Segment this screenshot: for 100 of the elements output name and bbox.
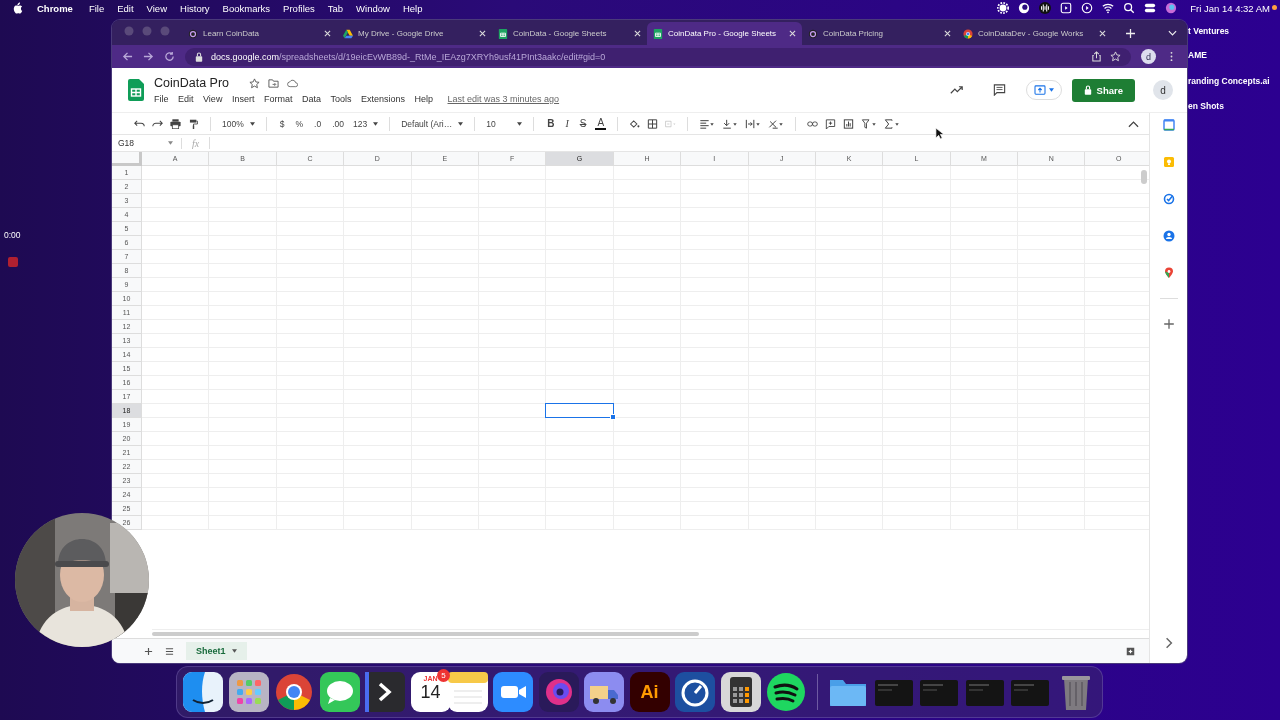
italic-button[interactable]: I bbox=[563, 118, 571, 129]
desktop-label[interactable]: AME bbox=[1188, 50, 1207, 60]
name-box[interactable]: G18 bbox=[112, 138, 168, 148]
file-manager-icon[interactable] bbox=[183, 672, 223, 712]
address-bar[interactable]: docs.google.com/spreadsheets/d/19eicEvWB89d-_RtMe_IEAzg7XRYh9usf41PInt3aakc/edit#gid=0 bbox=[185, 47, 1131, 66]
grid-cell[interactable] bbox=[1018, 166, 1086, 180]
sum-icon[interactable] bbox=[884, 118, 901, 129]
grid-cell[interactable] bbox=[142, 460, 210, 474]
menu-item[interactable]: Tools bbox=[330, 94, 352, 104]
grid-cell[interactable] bbox=[478, 418, 547, 432]
align-icon[interactable] bbox=[699, 118, 716, 129]
grid-cell[interactable] bbox=[478, 166, 547, 180]
close-icon[interactable] bbox=[634, 30, 641, 37]
menu-item[interactable]: Profiles bbox=[283, 2, 315, 14]
apple-icon[interactable] bbox=[12, 2, 23, 14]
merge-cells-icon[interactable] bbox=[665, 118, 677, 129]
grid-cell[interactable] bbox=[209, 166, 277, 180]
grid-cell[interactable] bbox=[142, 306, 210, 320]
print-icon[interactable] bbox=[170, 118, 181, 129]
grid-cell[interactable] bbox=[142, 502, 210, 516]
menu-item[interactable]: File bbox=[88, 2, 105, 14]
comment-icon[interactable] bbox=[992, 84, 1006, 96]
moon-icon[interactable] bbox=[1018, 2, 1031, 14]
grid-cell[interactable] bbox=[142, 474, 210, 488]
grid-cell[interactable] bbox=[411, 166, 479, 180]
grid-cell[interactable] bbox=[142, 180, 210, 194]
app-grid-icon[interactable] bbox=[228, 672, 269, 712]
close-icon[interactable] bbox=[1099, 30, 1106, 37]
grid-cell[interactable] bbox=[613, 390, 682, 404]
sound-waves-icon[interactable] bbox=[766, 672, 806, 712]
trend-icon[interactable] bbox=[949, 84, 963, 96]
grid-cell[interactable] bbox=[748, 166, 816, 180]
browser-tab[interactable]: CoinDataDev - Google Works bbox=[957, 22, 1112, 45]
grid-cell[interactable] bbox=[142, 320, 210, 334]
gear-icon[interactable] bbox=[997, 2, 1010, 14]
swirl-icon[interactable] bbox=[538, 672, 579, 712]
grid-cell[interactable] bbox=[681, 166, 749, 180]
map-pin-icon[interactable] bbox=[1162, 267, 1175, 279]
grid-cell[interactable] bbox=[142, 194, 210, 208]
grid-cell[interactable] bbox=[142, 488, 210, 502]
browser-tab[interactable]: Learn CoinData bbox=[182, 22, 337, 45]
grid-cell[interactable] bbox=[142, 516, 210, 530]
chart-icon[interactable] bbox=[843, 118, 855, 129]
gauge-icon[interactable] bbox=[675, 672, 715, 712]
menu-item[interactable]: View bbox=[146, 2, 167, 14]
grid-cell[interactable] bbox=[142, 278, 210, 292]
decrease-decimals-button[interactable]: .0 bbox=[312, 118, 324, 129]
close-icon[interactable] bbox=[944, 30, 951, 37]
folder-icon[interactable] bbox=[268, 77, 280, 89]
waveform-icon[interactable] bbox=[1039, 2, 1052, 14]
chat-bubble-icon[interactable] bbox=[319, 672, 360, 712]
design-app-icon[interactable]: Ai bbox=[629, 672, 670, 712]
add-icon[interactable] bbox=[1162, 318, 1175, 330]
chevron-icon[interactable] bbox=[365, 672, 405, 712]
font-dropdown[interactable]: Default (Ari… bbox=[401, 118, 464, 129]
explore-icon[interactable] bbox=[1126, 646, 1135, 656]
menu-item[interactable]: Extensions bbox=[360, 94, 405, 104]
browser-tab[interactable]: CoinData Pricing bbox=[802, 22, 957, 45]
caret-icon[interactable] bbox=[168, 141, 173, 145]
grid-cell[interactable] bbox=[276, 166, 345, 180]
menu-item[interactable]: Edit bbox=[178, 94, 194, 104]
menu-item[interactable]: Format bbox=[263, 94, 293, 104]
truck-icon[interactable] bbox=[584, 672, 624, 712]
calculator-icon[interactable] bbox=[720, 672, 761, 712]
increase-decimals-button[interactable]: .00 bbox=[330, 118, 346, 129]
last-edit-link[interactable]: Last edit was 3 minutes ago bbox=[447, 94, 560, 104]
grid-cell[interactable] bbox=[142, 432, 210, 446]
grid-cell[interactable] bbox=[142, 222, 210, 236]
grid-cell[interactable] bbox=[142, 236, 210, 250]
add-comment-icon[interactable] bbox=[825, 118, 837, 129]
add-sheet-icon[interactable] bbox=[144, 646, 153, 656]
grid-cell[interactable] bbox=[142, 334, 210, 348]
filter-icon[interactable] bbox=[861, 118, 878, 129]
menu-item[interactable]: Data bbox=[301, 94, 321, 104]
spreadsheet-logo[interactable] bbox=[128, 79, 144, 101]
browser-tab[interactable]: CoinData Pro - Google Sheets bbox=[647, 22, 802, 45]
menu-item[interactable]: Tab bbox=[327, 2, 344, 14]
grid-cell[interactable] bbox=[613, 404, 682, 418]
collapse-icon[interactable] bbox=[1128, 118, 1139, 129]
grid-cell[interactable] bbox=[142, 292, 210, 306]
profile-avatar[interactable]: d bbox=[1141, 49, 1156, 64]
menu-icon[interactable] bbox=[165, 646, 174, 656]
vertical-align-icon[interactable] bbox=[722, 118, 739, 129]
menu-item[interactable]: View bbox=[203, 94, 223, 104]
play-icon[interactable] bbox=[1081, 2, 1094, 14]
share-icon[interactable] bbox=[1091, 51, 1102, 62]
grid-cell[interactable] bbox=[950, 166, 1019, 180]
zoom-dropdown[interactable]: 100% bbox=[222, 118, 255, 129]
window-controls[interactable] bbox=[124, 26, 170, 36]
app-menu[interactable]: Chrome bbox=[37, 2, 73, 14]
menu-item[interactable]: Bookmarks bbox=[222, 2, 271, 14]
grid-cell[interactable] bbox=[142, 208, 210, 222]
strikethrough-button[interactable]: S bbox=[577, 118, 589, 129]
desktop-label[interactable]: t Ventures bbox=[1188, 26, 1230, 36]
orb-icon[interactable] bbox=[1165, 2, 1178, 14]
redo-icon[interactable] bbox=[152, 118, 163, 129]
user-avatar[interactable]: d bbox=[1153, 80, 1173, 100]
check-circle-icon[interactable] bbox=[1162, 193, 1175, 205]
fill-color-icon[interactable] bbox=[629, 118, 641, 129]
text-color-button[interactable]: A bbox=[595, 117, 607, 130]
